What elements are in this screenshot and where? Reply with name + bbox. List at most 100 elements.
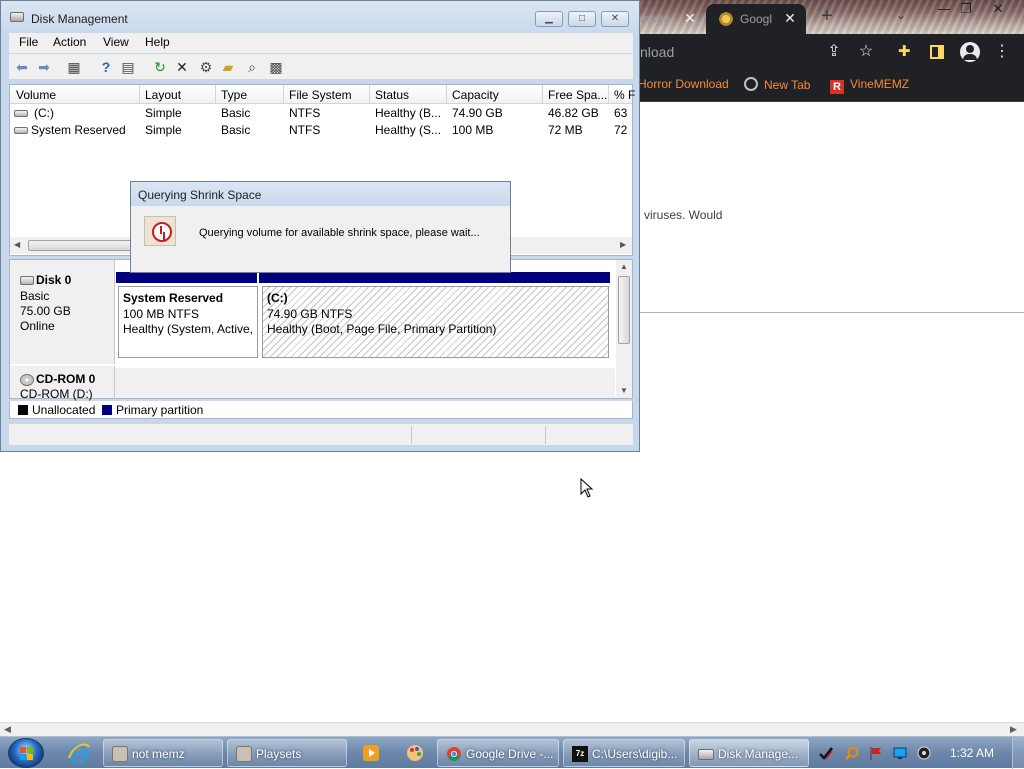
tab-close-icon[interactable]: ✕ (782, 10, 798, 26)
new-tab-button[interactable]: + (816, 6, 838, 28)
side-panel-icon[interactable] (930, 45, 944, 59)
column-layout[interactable]: Layout (145, 88, 181, 102)
disk-0-label[interactable]: Disk 0 Basic 75.00 GB Online (10, 260, 115, 364)
column-type[interactable]: Type (221, 88, 247, 102)
column-divider[interactable] (283, 85, 284, 104)
share-icon[interactable]: ⇪ (824, 42, 844, 62)
scroll-left-icon[interactable]: ◀ (4, 724, 11, 735)
column-divider[interactable] (608, 85, 609, 104)
column-divider[interactable] (542, 85, 543, 104)
column-free-space[interactable]: Free Spa... (548, 88, 607, 102)
show-desktop-button[interactable] (1012, 737, 1024, 769)
column-divider[interactable] (446, 85, 447, 104)
tray-check-icon[interactable] (818, 745, 834, 761)
horizontal-scrollbar[interactable]: ◀ ▶ (0, 722, 1024, 736)
refresh-icon[interactable]: ↻ (151, 58, 169, 76)
r-logo-icon: R (830, 80, 844, 94)
scroll-down-icon[interactable]: ▼ (620, 386, 628, 395)
column-file-system[interactable]: File System (289, 88, 352, 102)
bookmark-vinememz[interactable]: R VineMEMZ (830, 77, 909, 94)
scroll-right-icon[interactable]: ▶ (1010, 724, 1017, 735)
window-titlebar[interactable]: Disk Management ▁ □ ✕ (1, 1, 639, 33)
cell-type: Basic (221, 106, 251, 120)
close-button[interactable]: ✕ (601, 11, 629, 27)
bookmark-horror-download[interactable]: Horror Download (638, 77, 729, 91)
rescan-icon[interactable]: ▩ (267, 58, 285, 76)
scroll-right-icon[interactable]: ▶ (620, 240, 626, 249)
status-divider (411, 426, 412, 444)
media-player-icon[interactable] (358, 740, 384, 766)
start-button[interactable] (8, 738, 44, 768)
close-icon[interactable]: ✕ (984, 2, 1012, 18)
tray-search-icon[interactable] (844, 745, 860, 761)
column-divider[interactable] (139, 85, 140, 104)
open-folder-icon[interactable]: ▰ (219, 58, 237, 76)
partition-status: Healthy (System, Active, (123, 322, 254, 336)
taskbar-item-disk-management[interactable]: Disk Manage... (689, 739, 809, 767)
tray-flag-icon[interactable] (868, 745, 884, 761)
cdrom-0-label[interactable]: CD-ROM 0 CD-ROM (D:) (10, 366, 115, 401)
scroll-up-icon[interactable]: ▲ (620, 262, 628, 271)
column-divider[interactable] (215, 85, 216, 104)
column-status[interactable]: Status (375, 88, 409, 102)
tray-display-icon[interactable] (892, 745, 908, 761)
cell-layout: Simple (145, 106, 182, 120)
internet-explorer-icon[interactable] (66, 740, 92, 766)
column-percent-free[interactable]: % F (614, 88, 635, 102)
menu-view[interactable]: View (103, 35, 129, 49)
settings-icon[interactable]: ⚙ (197, 58, 215, 76)
page-text: viruses. Would (644, 208, 723, 222)
restore-icon[interactable]: ❐ (952, 2, 980, 18)
console-tree-icon[interactable]: ▦ (65, 58, 83, 76)
profile-avatar-icon[interactable] (960, 42, 980, 62)
taskbar-item-playsets[interactable]: Playsets (227, 739, 347, 767)
maximize-button[interactable]: □ (568, 11, 596, 27)
scrollbar-thumb[interactable] (618, 276, 630, 344)
cell-status: Healthy (B... (375, 106, 442, 120)
column-divider[interactable] (369, 85, 370, 104)
extensions-puzzle-icon[interactable]: ✚ (898, 44, 914, 60)
graph-vertical-scrollbar[interactable]: ▲ ▼ (616, 260, 632, 398)
dialog-titlebar[interactable]: Querying Shrink Space (131, 182, 510, 206)
menu-kebab-icon[interactable]: ⋮ (992, 42, 1012, 62)
chrome-tab-magn[interactable]: magn ✕ (630, 4, 702, 34)
bookmark-label: New Tab (764, 78, 811, 92)
scroll-left-icon[interactable]: ◀ (14, 240, 20, 249)
forward-arrow-icon[interactable]: ➡ (35, 58, 53, 76)
cdrom-area (115, 368, 615, 398)
menu-action[interactable]: Action (53, 35, 86, 49)
chrome-tab-google[interactable]: Googl ✕ (706, 4, 806, 34)
column-volume[interactable]: Volume (16, 88, 56, 102)
toolbar: ⬅ ➡ ▦ ? ▤ ↻ ✕ ⚙ ▰ ⌕ ▩ (9, 54, 633, 80)
tab-close-icon[interactable]: ✕ (682, 10, 698, 26)
volume-icon (14, 127, 28, 134)
taskbar-clock[interactable]: 1:32 AM (950, 746, 994, 760)
delete-icon[interactable]: ✕ (173, 58, 191, 76)
app-icon (236, 746, 252, 762)
paint-icon[interactable] (402, 740, 428, 766)
menu-file[interactable]: File (19, 35, 38, 49)
cdrom-name: CD-ROM 0 (36, 372, 96, 386)
bookmark-star-icon[interactable]: ☆ (856, 42, 876, 62)
help-icon[interactable]: ? (97, 58, 115, 76)
search-icon[interactable]: ⌕ (243, 58, 261, 76)
bookmark-label: Horror Download (638, 77, 729, 91)
back-arrow-icon[interactable]: ⬅ (13, 58, 31, 76)
properties-icon[interactable]: ▤ (119, 58, 137, 76)
bookmark-new-tab[interactable]: New Tab (744, 77, 810, 92)
menu-help[interactable]: Help (145, 35, 170, 49)
tab-search-chevron-icon[interactable]: ⌄ (896, 8, 906, 22)
table-row[interactable]: (C:) Simple Basic NTFS Healthy (B... 74.… (10, 105, 632, 122)
partition-c-drive[interactable]: (C:) 74.90 GB NTFS Healthy (Boot, Page F… (262, 286, 609, 358)
partition-system-reserved[interactable]: System Reserved 100 MB NTFS Healthy (Sys… (118, 286, 258, 358)
dialog-title: Querying Shrink Space (138, 188, 262, 202)
tray-volume-icon[interactable] (916, 745, 932, 761)
minimize-button[interactable]: ▁ (535, 11, 563, 27)
table-row[interactable]: System Reserved Simple Basic NTFS Health… (10, 122, 632, 139)
taskbar-item-7zip[interactable]: 7z C:\Users\digib... (563, 739, 685, 767)
taskbar-item-google-drive[interactable]: Google Drive -... (437, 739, 559, 767)
column-capacity[interactable]: Capacity (452, 88, 499, 102)
omnibox-input[interactable]: nload (640, 44, 674, 60)
taskbar-item-not-memz[interactable]: not memz (103, 739, 223, 767)
cell-capacity: 100 MB (452, 123, 494, 137)
